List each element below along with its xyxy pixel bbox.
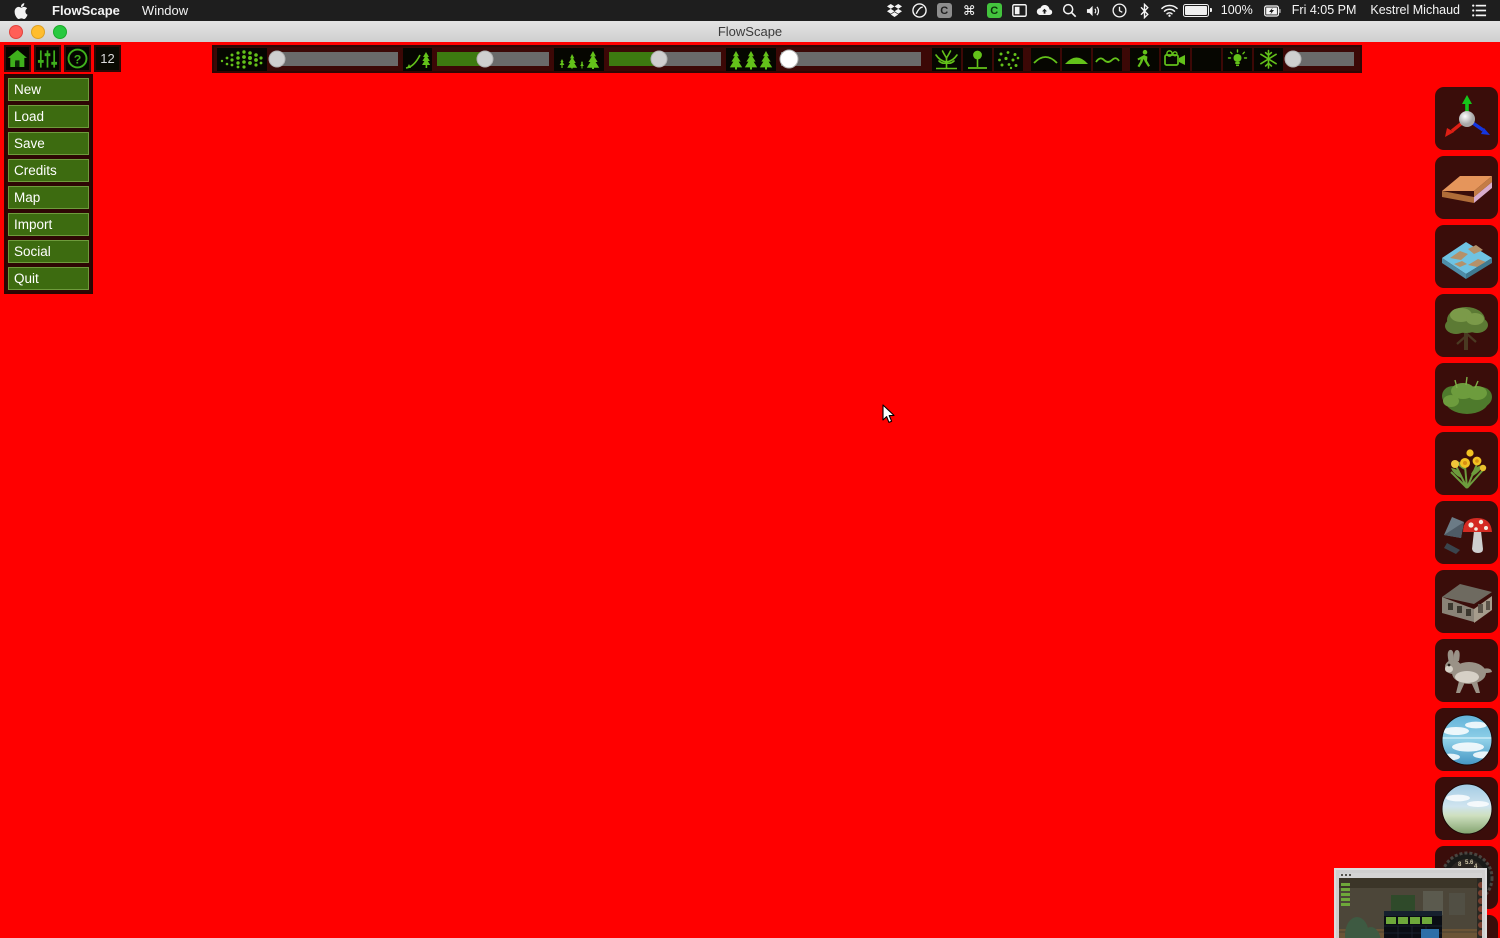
walk-mode-icon[interactable]: [1130, 47, 1159, 71]
menu-item-map[interactable]: Map: [8, 186, 89, 209]
time-machine-icon[interactable]: [1107, 0, 1132, 21]
fps-counter: 12: [94, 45, 121, 72]
screenshot-thumbnail-image: [1339, 873, 1482, 938]
left-tool-icons: ? 12: [4, 45, 121, 72]
dropbox-icon[interactable]: [882, 0, 907, 21]
command-icon[interactable]: ⌘: [957, 0, 982, 21]
macos-menubar: FlowScape Window C ⌘ C 100% Fri 4:05 PM …: [0, 0, 1500, 21]
toolbar-separator: [925, 48, 931, 71]
menubar-left-group: FlowScape Window: [0, 0, 199, 21]
grass-density-icon[interactable]: [217, 47, 267, 71]
menubar-app-name[interactable]: FlowScape: [41, 0, 131, 21]
tree-tool[interactable]: [1435, 294, 1498, 357]
window-titlebar: FlowScape: [0, 21, 1500, 43]
battery-level: [1183, 4, 1212, 17]
menu-item-import[interactable]: Import: [8, 213, 89, 236]
battery-charging-icon: [1260, 0, 1285, 21]
menu-item-credits[interactable]: Credits: [8, 159, 89, 182]
menu-item-quit[interactable]: Quit: [8, 267, 89, 290]
snow-amount-slider[interactable]: [1284, 50, 1354, 68]
menu-window[interactable]: Window: [131, 0, 199, 21]
atmosphere-tool[interactable]: [1435, 777, 1498, 840]
tree-slope-slider[interactable]: [437, 50, 549, 68]
tree-density-icon[interactable]: [726, 47, 776, 71]
grass-tuft-icon[interactable]: [932, 47, 961, 71]
app-root: FlowScape Window C ⌘ C 100% Fri 4:05 PM …: [0, 0, 1500, 938]
flower-tool[interactable]: [1435, 432, 1498, 495]
terrain-mound-icon[interactable]: [1062, 47, 1091, 71]
terrain-plank-tool[interactable]: [1435, 156, 1498, 219]
bush-tool[interactable]: [1435, 363, 1498, 426]
snowflake-icon[interactable]: [1254, 47, 1283, 71]
volume-icon[interactable]: [1082, 0, 1107, 21]
svg-text:5.6: 5.6: [1465, 860, 1474, 866]
top-toolbar: [212, 45, 1362, 73]
menubar-clock[interactable]: Fri 4:05 PM: [1285, 0, 1364, 21]
plant-icon[interactable]: [963, 47, 992, 71]
terrain-hill-icon[interactable]: [1031, 47, 1060, 71]
mouse-cursor: [882, 404, 896, 424]
c-green-glyph: C: [986, 3, 1002, 18]
c-green-icon[interactable]: C: [982, 0, 1007, 21]
menu-item-new[interactable]: New: [8, 78, 89, 101]
transform-gizmo-tool[interactable]: [1435, 87, 1498, 150]
menubar-status-group: C ⌘ C 100% Fri 4:05 PM Kestrel Michaud: [882, 0, 1500, 21]
building-tool[interactable]: [1435, 570, 1498, 633]
toolbar-separator: [1123, 48, 1129, 71]
display-icon[interactable]: [1007, 0, 1032, 21]
notification-center-icon[interactable]: [1467, 0, 1492, 21]
right-tool-sidebar: 85.64 2.821.4: [1435, 87, 1498, 938]
battery-percent: 100%: [1220, 3, 1253, 17]
c-gray-glyph: C: [936, 3, 952, 18]
menubar-user[interactable]: Kestrel Michaud: [1363, 0, 1467, 21]
window-title: FlowScape: [717, 24, 783, 39]
menu-item-load[interactable]: Load: [8, 105, 89, 128]
scatter-icon[interactable]: [994, 47, 1023, 71]
cloud-icon[interactable]: [1032, 0, 1057, 21]
battery-icon[interactable]: [1182, 0, 1214, 21]
camera-icon[interactable]: [1161, 47, 1190, 71]
light-icon[interactable]: [1223, 47, 1252, 71]
tree-size-slider[interactable]: [609, 50, 721, 68]
tree-size-variation-icon[interactable]: [554, 47, 604, 71]
animal-tool[interactable]: [1435, 639, 1498, 702]
svg-text:?: ?: [74, 52, 82, 66]
camera-speed-value[interactable]: [1192, 47, 1221, 71]
toolbar-separator: [1024, 48, 1030, 71]
rock-mushroom-tool[interactable]: [1435, 501, 1498, 564]
menu-item-save[interactable]: Save: [8, 132, 89, 155]
help-icon[interactable]: ?: [64, 45, 91, 72]
main-menu-panel: New Load Save Credits Map Import Social …: [4, 74, 93, 294]
wifi-icon[interactable]: [1157, 0, 1182, 21]
map-tile-tool[interactable]: [1435, 225, 1498, 288]
terrain-waves-icon[interactable]: [1093, 47, 1122, 71]
search-icon[interactable]: [1057, 0, 1082, 21]
menu-item-social[interactable]: Social: [8, 240, 89, 263]
apple-icon[interactable]: [0, 2, 41, 19]
backblaze-icon[interactable]: [907, 0, 932, 21]
screenshot-thumbnail[interactable]: [1334, 868, 1487, 938]
c-gray-icon[interactable]: C: [932, 0, 957, 21]
tree-slope-icon[interactable]: [403, 47, 432, 71]
tree-density-slider[interactable]: [779, 49, 921, 69]
home-icon[interactable]: [4, 45, 31, 72]
grass-density-slider[interactable]: [268, 50, 398, 68]
sliders-icon[interactable]: [34, 45, 61, 72]
bluetooth-icon[interactable]: [1132, 0, 1157, 21]
sky-tool[interactable]: [1435, 708, 1498, 771]
game-viewport[interactable]: ? 12 New Load Save Credits Map Import So…: [0, 42, 1500, 938]
